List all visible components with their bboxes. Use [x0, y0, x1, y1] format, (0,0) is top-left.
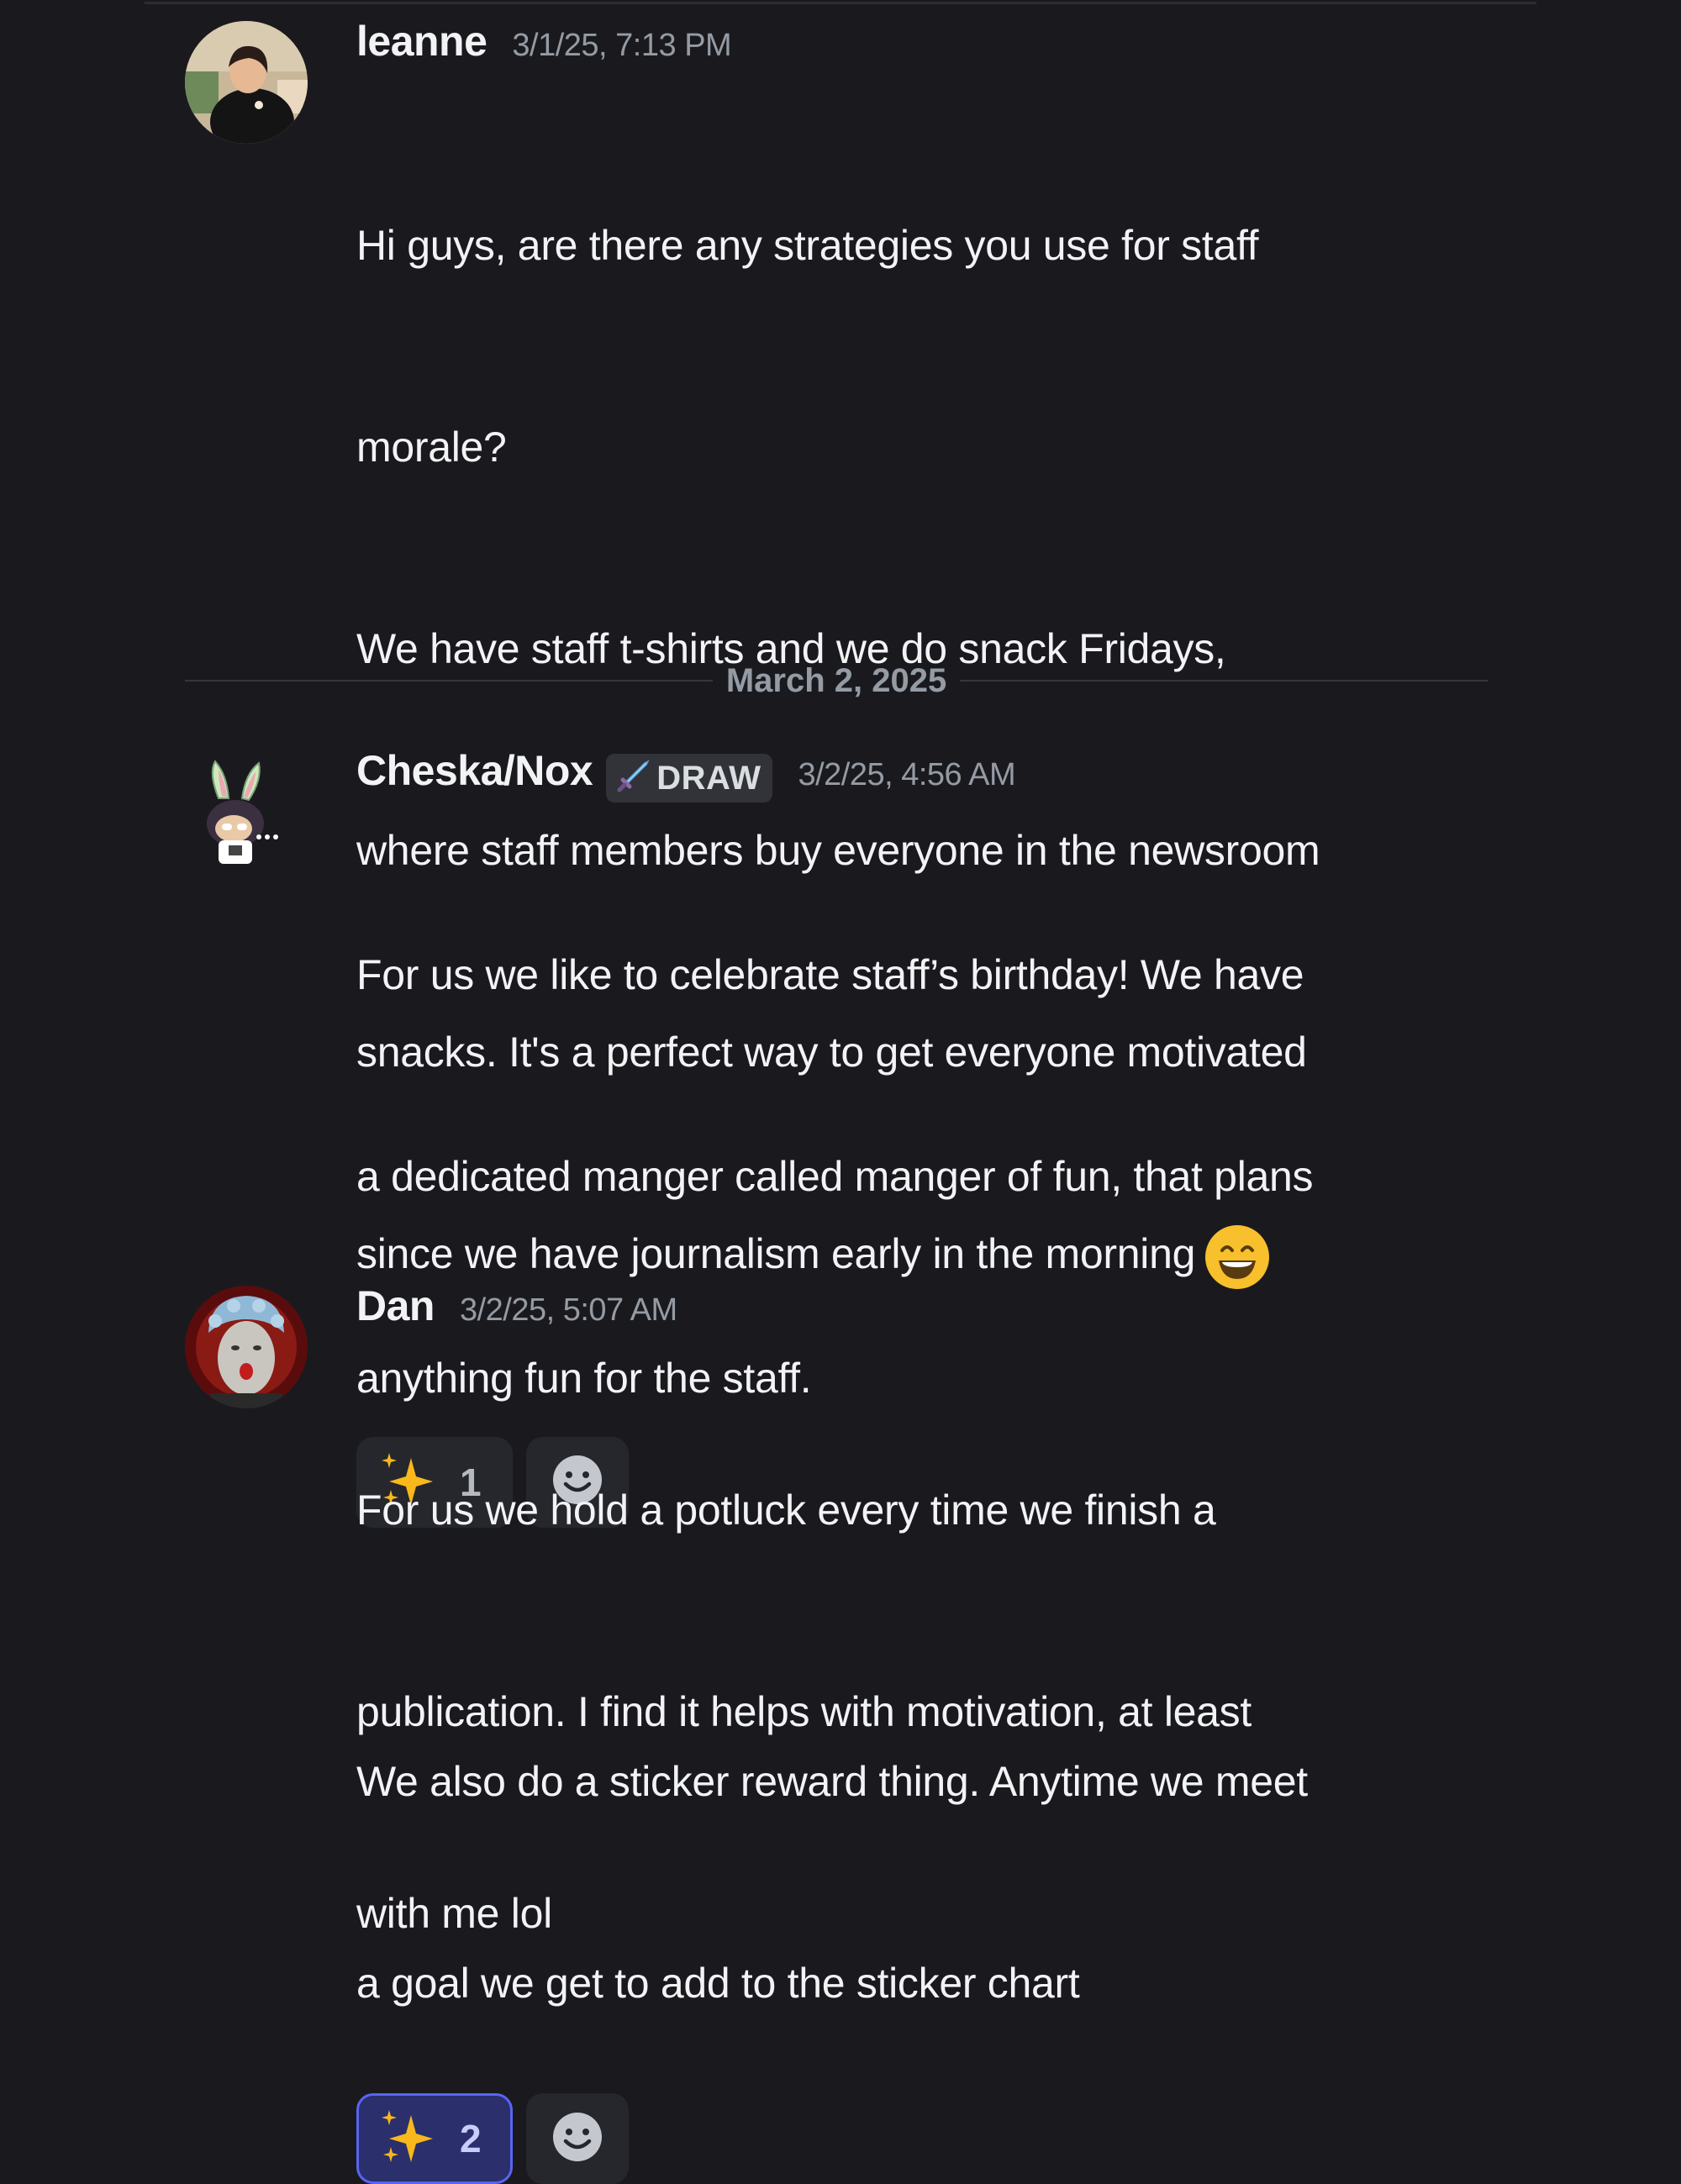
- reaction-sparkles[interactable]: 2: [356, 2093, 513, 2184]
- message-line: a dedicated manger called manger of fun,…: [356, 1153, 1314, 1200]
- add-reaction-smiley-icon: [551, 2111, 603, 2167]
- timestamp[interactable]: 3/1/25, 7:13 PM: [512, 28, 731, 64]
- sword-icon: [616, 759, 650, 797]
- divider-line: [185, 680, 713, 682]
- message-header: leanne 3/1/25, 7:13 PM: [356, 17, 1466, 77]
- date-divider-label: March 2, 2025: [725, 661, 947, 699]
- role-badge-label: DRAW: [656, 759, 761, 797]
- message-text: For us we hold a potluck every time we f…: [356, 1342, 1466, 2081]
- sparkles-icon: [377, 2107, 438, 2171]
- timestamp[interactable]: 3/2/25, 5:07 AM: [460, 1292, 677, 1329]
- message-line: For us we like to celebrate staff’s birt…: [356, 951, 1304, 998]
- reaction-count: 2: [460, 2117, 482, 2160]
- avatar[interactable]: [185, 21, 308, 144]
- message-line: For us we hold a potluck every time we f…: [356, 1487, 1216, 1534]
- message-line: Hi guys, are there any strategies you us…: [356, 222, 1259, 269]
- message-header: Dan 3/2/25, 5:07 AM: [356, 1281, 1466, 1342]
- message-line: with me lol: [356, 1890, 552, 1937]
- message-line: morale?: [356, 424, 507, 471]
- timestamp[interactable]: 3/2/25, 4:56 AM: [798, 757, 1015, 793]
- username[interactable]: Dan: [356, 1281, 435, 1330]
- avatar[interactable]: [185, 756, 308, 879]
- message-header: Cheska/Nox DRAW 3/2/25, 4:56 AM: [356, 746, 1466, 807]
- top-divider: [145, 2, 1536, 4]
- date-divider: March 2, 2025: [185, 655, 1489, 706]
- avatar[interactable]: [185, 1286, 308, 1408]
- username[interactable]: leanne: [356, 17, 487, 66]
- add-reaction-button[interactable]: [526, 2093, 629, 2184]
- reactions: 2: [356, 2093, 1466, 2184]
- role-badge[interactable]: DRAW: [606, 754, 773, 803]
- divider-line: [960, 680, 1489, 682]
- message-line: publication. I find it helps with motiva…: [356, 1688, 1252, 1735]
- username[interactable]: Cheska/Nox: [356, 746, 593, 795]
